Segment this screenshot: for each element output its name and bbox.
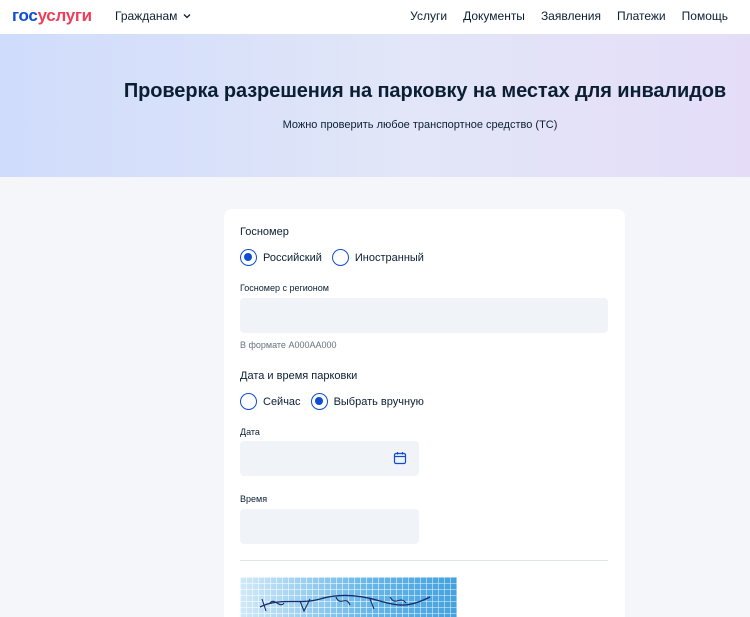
calendar-icon[interactable] <box>393 451 407 465</box>
time-input[interactable] <box>240 509 419 544</box>
plate-field-label: Госномер с регионом <box>240 283 329 293</box>
page-title: Проверка разрешения на парковку на места… <box>123 80 727 102</box>
radio-foreign[interactable]: Иностранный <box>331 249 424 266</box>
radio-russian-indicator[interactable] <box>240 249 257 266</box>
datetime-radio-group: Сейчас Выбрать вручную <box>240 393 434 410</box>
plate-input[interactable] <box>240 298 608 333</box>
date-field-label: Дата <box>240 427 260 437</box>
page-subtitle: Можно проверить любое транспортное средс… <box>282 119 558 131</box>
top-header: госуслуги Гражданам Услуги Документы Зая… <box>0 0 750 34</box>
audience-dropdown[interactable]: Гражданам <box>115 9 192 23</box>
captcha-image <box>240 577 457 617</box>
date-input-wrapper <box>240 441 419 476</box>
logo-gos-part: гос <box>12 6 38 25</box>
nav-documents[interactable]: Документы <box>463 9 525 23</box>
datetime-section-label: Дата и время парковки <box>240 370 358 382</box>
form-divider <box>240 560 608 561</box>
nav-payments[interactable]: Платежи <box>617 9 666 23</box>
radio-russian[interactable]: Российский <box>240 249 322 266</box>
time-input-wrapper <box>240 509 419 544</box>
logo-uslugi-part: услуги <box>37 6 93 25</box>
radio-manual[interactable]: Выбрать вручную <box>310 393 424 410</box>
radio-foreign-indicator[interactable] <box>331 249 349 266</box>
radio-russian-label: Российский <box>263 251 322 264</box>
nav-applications[interactable]: Заявления <box>541 9 601 23</box>
radio-now-indicator[interactable] <box>240 393 257 410</box>
time-field-label: Время <box>240 494 268 504</box>
main-nav: Услуги Документы Заявления Платежи Помощ… <box>410 9 728 23</box>
nav-services[interactable]: Услуги <box>410 9 447 23</box>
radio-manual-label: Выбрать вручную <box>333 395 424 408</box>
radio-now[interactable]: Сейчас <box>240 393 301 410</box>
radio-now-label: Сейчас <box>263 395 301 408</box>
nav-help[interactable]: Помощь <box>682 9 728 23</box>
form-card <box>224 209 625 617</box>
plate-type-radio-group: Российский Иностранный <box>240 249 434 266</box>
audience-label: Гражданам <box>115 9 178 23</box>
plate-input-wrapper <box>240 298 608 333</box>
gosuslugi-logo[interactable]: госуслуги <box>12 6 92 26</box>
chevron-down-icon <box>183 14 191 19</box>
captcha-scribble <box>259 594 431 613</box>
page-banner: Проверка разрешения на парковку на места… <box>0 34 750 177</box>
plate-section-label: Госномер <box>240 226 289 238</box>
plate-format-hint: В формате А000АА000 <box>240 340 337 350</box>
radio-foreign-label: Иностранный <box>354 251 424 264</box>
radio-manual-indicator[interactable] <box>310 393 328 410</box>
